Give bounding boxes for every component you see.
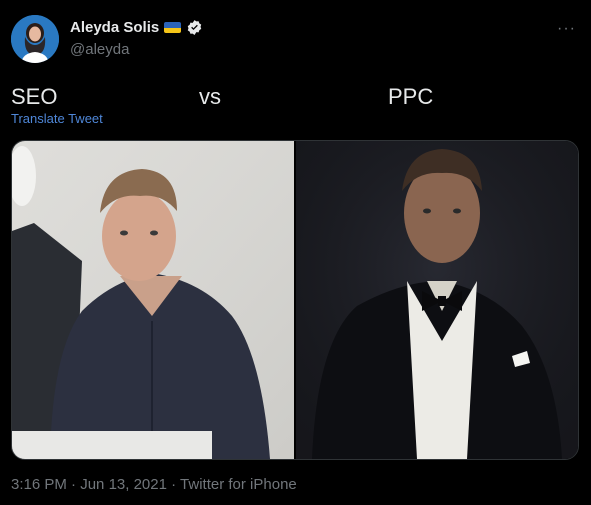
tweet-date[interactable]: Jun 13, 2021	[80, 476, 167, 493]
meta-separator: ·	[66, 476, 81, 493]
author-display-name[interactable]: Aleyda Solis	[70, 19, 203, 36]
verified-badge-icon	[187, 20, 202, 35]
translate-tweet-link[interactable]: Translate Tweet	[11, 111, 103, 126]
tweet-text-ppc: PPC	[388, 84, 434, 109]
tweet-text-seo: SEO	[11, 84, 58, 109]
author-avatar[interactable]	[11, 15, 59, 63]
author-handle[interactable]: @aleyda	[70, 41, 129, 58]
ukraine-flag-icon	[164, 22, 182, 33]
more-options-icon[interactable]: ···	[557, 20, 576, 38]
photo-left-casual	[12, 141, 294, 459]
tweet-source: Twitter for iPhone	[180, 476, 297, 493]
tweet-text-vs: vs	[199, 84, 221, 109]
author-name-text: Aleyda Solis	[70, 19, 160, 36]
tweet-media[interactable]	[11, 140, 579, 460]
tweet-meta: 3:16 PM · Jun 13, 2021 · Twitter for iPh…	[11, 476, 297, 493]
meta-separator: ·	[166, 476, 181, 493]
tweet-photo	[12, 141, 578, 459]
avatar-image	[11, 15, 59, 63]
tweet-time[interactable]: 3:16 PM	[11, 476, 67, 493]
photo-right-tuxedo	[296, 141, 578, 459]
